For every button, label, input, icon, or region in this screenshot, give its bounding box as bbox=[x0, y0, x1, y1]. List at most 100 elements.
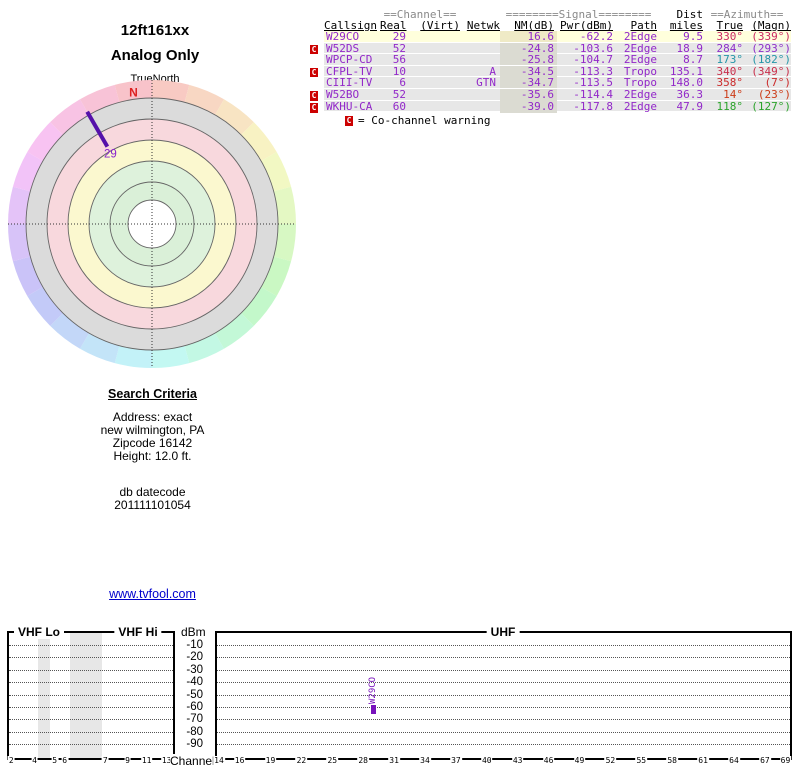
cell-nm-db: -25.8 bbox=[500, 54, 557, 66]
gridline bbox=[217, 719, 790, 721]
cell-callsign: CIII-TV bbox=[326, 76, 373, 90]
cell-miles: 148.0 bbox=[669, 76, 703, 90]
cell-network bbox=[460, 89, 500, 101]
channel-tick-43: 43 bbox=[511, 756, 524, 765]
col-header-netwk: Netwk bbox=[466, 19, 500, 32]
channel-tick-5: 5 bbox=[51, 756, 59, 765]
page-title: 12ft161xx bbox=[120, 22, 190, 39]
cell-nm-db: 16.6 bbox=[500, 31, 557, 42]
channel-tick-31: 31 bbox=[388, 756, 400, 765]
channel-tick-25: 25 bbox=[326, 756, 339, 765]
site-link-wrap: www.tvfool.com bbox=[0, 585, 305, 603]
cell-callsign: WKHU-CA bbox=[326, 99, 373, 113]
cell-real-channel: 29 bbox=[392, 30, 406, 43]
co-channel-marker-cell bbox=[310, 77, 324, 89]
co-channel-warning-icon: C bbox=[310, 90, 318, 101]
cell-azimuth-magn: (182°) bbox=[751, 53, 791, 67]
gridline bbox=[9, 707, 173, 708]
station-row-W29CO: W29CO 29 16.6 -62.2 2Edge 9.5 330° (339°) bbox=[310, 31, 791, 43]
y-tick-label: -70 bbox=[186, 713, 203, 726]
cell-pwr-dbm: -104.7 bbox=[573, 53, 613, 67]
cell-miles: 8.7 bbox=[683, 53, 703, 67]
cell-callsign: W29CO bbox=[326, 30, 360, 43]
cell-callsign: WPCP-CD bbox=[326, 53, 373, 67]
page-subtitle: Analog Only bbox=[110, 47, 200, 64]
co-channel-warning-icon: C bbox=[310, 67, 318, 78]
cell-real-channel: 6 bbox=[399, 76, 406, 90]
channel-tick-61: 61 bbox=[697, 756, 709, 765]
col-header-virt: (Virt) bbox=[420, 19, 460, 32]
vhf-panel: VHF Lo VHF Hi 2 4 5 6 7 9 11 13 bbox=[7, 625, 175, 765]
cell-nm-db: -39.0 bbox=[500, 100, 557, 113]
station-row-WKHU-CA: C WKHU-CA 60 -39.0 -117.8 2Edge 47.9 118° (127°) bbox=[310, 99, 791, 113]
gridline bbox=[9, 669, 173, 671]
cell-virt-channel bbox=[406, 31, 460, 42]
y-tick-label: -60 bbox=[186, 701, 203, 713]
co-channel-marker-cell bbox=[310, 31, 324, 42]
station-marker-label: W29CO bbox=[367, 676, 378, 704]
gridline bbox=[217, 669, 790, 671]
co-channel-warning-icon: C bbox=[310, 44, 318, 55]
co-channel-marker-cell: C bbox=[310, 42, 324, 55]
cell-pwr-dbm: -62.2 bbox=[579, 30, 613, 43]
cell-path: Tropo bbox=[623, 76, 657, 90]
gridline bbox=[9, 682, 173, 684]
cell-network: GTN bbox=[476, 76, 496, 90]
y-tick-label: -30 bbox=[186, 663, 203, 676]
y-tick-label: -40 bbox=[186, 676, 203, 689]
channel-tick-2: 2 bbox=[7, 756, 15, 765]
uhf-panel: UHF 14 16 19 22 25 28 31 34 37 40 43 46 49 52 55 58 61 64 6… bbox=[213, 625, 792, 765]
gridline bbox=[217, 694, 790, 696]
channel-signal-chart: VHF Lo VHF Hi 2 4 5 6 7 9 11 13 dBm -10 -20 -30 -40 -50… bbox=[0, 620, 800, 768]
channel-tick-6: 6 bbox=[61, 756, 69, 765]
tvfool-link[interactable]: www.tvfool.com bbox=[109, 587, 196, 601]
gridline bbox=[9, 694, 173, 696]
cell-azimuth-magn: (339°) bbox=[751, 30, 791, 43]
gridline bbox=[217, 707, 790, 708]
north-marker: N bbox=[129, 85, 138, 99]
table-cell bbox=[310, 20, 324, 31]
cell-virt-channel bbox=[406, 43, 460, 55]
cell-azimuth-true: 358° bbox=[716, 76, 744, 90]
cell-azimuth-magn: (127°) bbox=[751, 99, 791, 113]
channel-axis-label: Channel bbox=[170, 754, 215, 768]
vhf-hi-label: VHF Hi bbox=[114, 625, 162, 639]
uhf-label: UHF bbox=[486, 625, 520, 639]
channel-tick-16: 16 bbox=[233, 756, 246, 765]
gridline bbox=[217, 657, 790, 659]
channel-tick-28: 28 bbox=[357, 756, 370, 765]
channel-tick-7: 7 bbox=[101, 756, 109, 765]
gridline bbox=[9, 719, 173, 721]
signal-table: ==Channel== ========Signal======== Dist ==A… bbox=[310, 9, 791, 128]
station-marker-W29CO bbox=[371, 705, 376, 715]
gridline bbox=[9, 657, 173, 659]
gridline bbox=[217, 731, 790, 733]
gridline bbox=[217, 682, 790, 684]
search-criteria-block: Search Criteria Address: exact new wilmi… bbox=[0, 388, 305, 512]
station-channel-label: 29 bbox=[104, 149, 117, 161]
channel-tick-69: 69 bbox=[779, 756, 792, 765]
gridline bbox=[217, 645, 790, 646]
y-tick-label: -10 bbox=[186, 639, 203, 651]
channel-tick-34: 34 bbox=[419, 756, 431, 765]
db-datecode-block: db datecode 201111101054 bbox=[0, 486, 305, 512]
channel-tick-19: 19 bbox=[264, 756, 277, 765]
co-channel-marker-cell: C bbox=[310, 88, 324, 101]
polar-chart-header: 12ft161xx Analog Only TrueNorth bbox=[0, 0, 310, 85]
channel-tick-11: 11 bbox=[140, 756, 153, 765]
station-row-W52BO: C W52BO 52 -35.6 -114.4 2Edge 36.3 14° (23°) bbox=[310, 88, 791, 101]
cell-virt-channel bbox=[406, 89, 460, 101]
gridline bbox=[9, 645, 173, 646]
cell-network bbox=[460, 43, 500, 55]
cell-path: 2Edge bbox=[623, 99, 657, 113]
co-channel-marker-cell: C bbox=[310, 65, 324, 78]
co-channel-legend-text: = Co-channel warning bbox=[358, 114, 491, 128]
channel-tick-49: 49 bbox=[573, 756, 586, 765]
cell-azimuth-true: 173° bbox=[716, 53, 744, 67]
cell-pwr-dbm: -117.8 bbox=[573, 99, 613, 113]
cell-virt-channel bbox=[406, 101, 460, 113]
co-channel-legend: C = Co-channel warning bbox=[345, 114, 791, 128]
cell-path: 2Edge bbox=[623, 30, 657, 43]
search-criteria-heading: Search Criteria bbox=[108, 387, 197, 401]
cell-network bbox=[460, 54, 500, 65]
